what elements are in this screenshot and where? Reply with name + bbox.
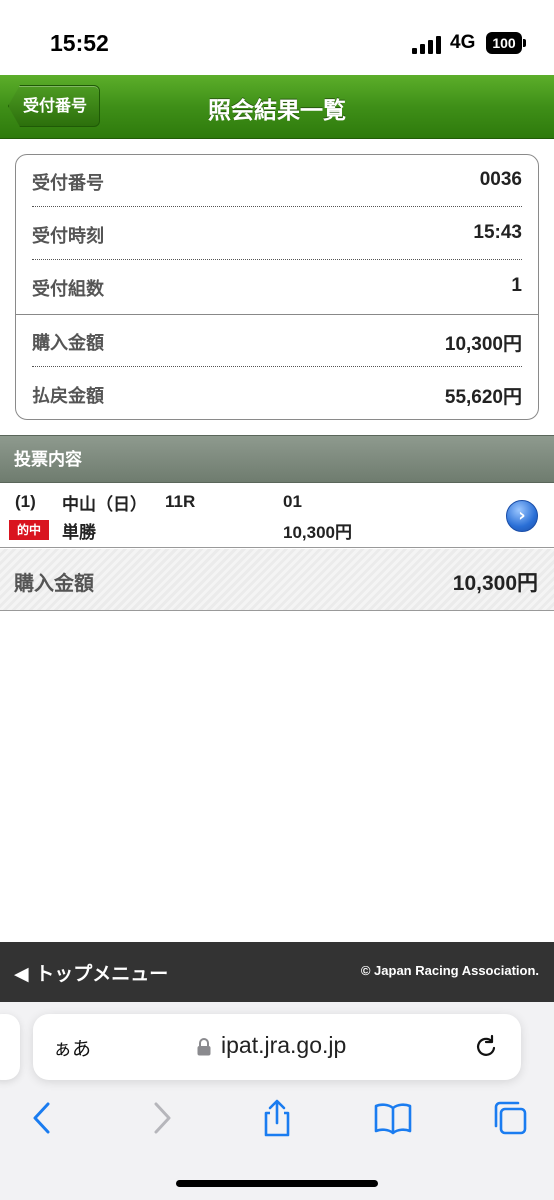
copyright: © Japan Racing Association. (360, 963, 539, 978)
bet-number: (1) (15, 492, 36, 511)
bet-amount: 10,300円 (283, 523, 352, 542)
battery-icon: 100 (486, 32, 522, 54)
section-header-bets: 投票内容 (0, 435, 554, 483)
summary-label: 受付番号 (32, 173, 104, 194)
battery-tip (523, 39, 526, 47)
tabs-icon[interactable] (490, 1098, 530, 1138)
summary-row-purchase-amount: 購入金額 10,300円 (32, 315, 522, 367)
home-indicator (176, 1180, 378, 1187)
lock-icon (197, 1038, 211, 1056)
summary-value: 10,300円 (444, 334, 522, 355)
summary-value: 0036 (479, 169, 522, 190)
summary-card: 受付番号 0036 受付時刻 15:43 受付組数 1 購入金額 10,300円… (15, 154, 539, 420)
total-label: 購入金額 (14, 571, 94, 595)
top-menu-label: トップメニュー (35, 963, 169, 985)
app-header: 受付番号 照会結果一覧 (0, 75, 554, 139)
address-bar[interactable]: ぁあ ipat.jra.go.jp (33, 1014, 521, 1080)
back-triangle-icon: ◀ (14, 963, 29, 985)
reload-icon[interactable] (473, 1034, 499, 1060)
top-menu-link[interactable]: ◀ トップメニュー (14, 959, 168, 986)
page-title: 照会結果一覧 (208, 98, 346, 124)
bet-race: 11R (165, 492, 196, 511)
summary-row-receipt-time: 受付時刻 15:43 (32, 208, 522, 260)
chevron-right-icon[interactable]: › (506, 500, 538, 532)
total-row: 購入金額 10,300円 (0, 549, 554, 611)
total-value: 10,300円 (452, 572, 538, 595)
summary-value: 55,620円 (444, 387, 522, 408)
previous-tab-preview[interactable] (0, 1014, 20, 1080)
summary-row-set-count: 受付組数 1 (32, 261, 522, 313)
summary-value: 1 (511, 275, 522, 296)
bet-venue: 中山（日） (62, 495, 147, 515)
footer-bar: ◀ トップメニュー © Japan Racing Association. (0, 942, 554, 1002)
bookmarks-icon[interactable] (373, 1098, 413, 1138)
cellular-signal-icon (412, 34, 442, 54)
forward-icon[interactable] (142, 1098, 182, 1138)
share-icon[interactable] (257, 1098, 297, 1138)
summary-row-payout-amount: 払戻金額 55,620円 (32, 368, 522, 420)
url-text[interactable]: ipat.jra.go.jp (221, 1032, 346, 1059)
status-time: 15:52 (50, 30, 109, 56)
status-bar: 15:52 4G 100 (0, 0, 554, 75)
bet-list-item[interactable]: (1) 中山（日） 11R 01 的中 単勝 10,300円 › (0, 483, 554, 548)
summary-label: 受付組数 (32, 279, 104, 300)
browser-toolbar: ぁあ ipat.jra.go.jp (0, 1002, 554, 1200)
summary-label: 払戻金額 (32, 386, 104, 407)
page-settings-button[interactable]: ぁあ (53, 1034, 91, 1061)
hit-badge: 的中 (9, 520, 49, 540)
bet-horse-number: 01 (283, 492, 302, 511)
summary-value: 15:43 (473, 222, 522, 243)
back-icon[interactable] (22, 1098, 62, 1138)
summary-label: 受付時刻 (32, 226, 104, 247)
summary-row-receipt-number: 受付番号 0036 (32, 155, 522, 207)
bet-type: 単勝 (62, 523, 96, 543)
summary-label: 購入金額 (32, 333, 104, 354)
network-type: 4G (450, 32, 476, 53)
